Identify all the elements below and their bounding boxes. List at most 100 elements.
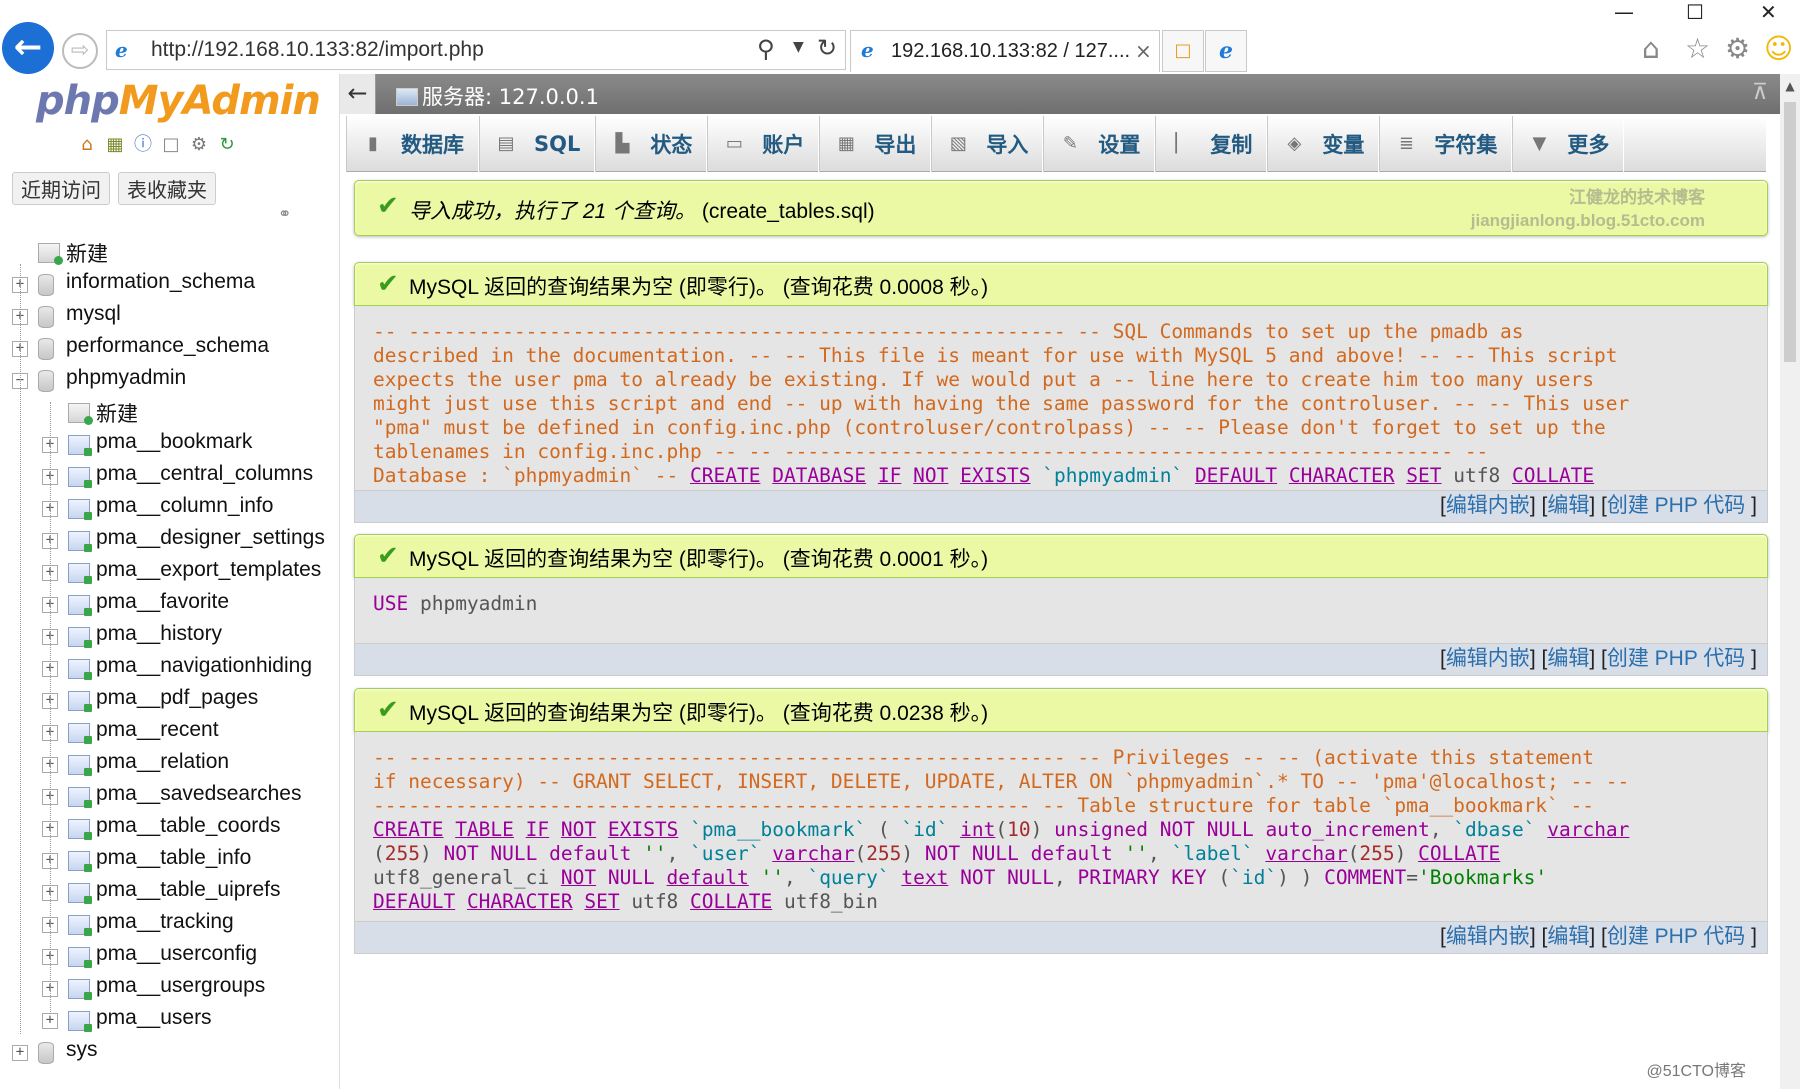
tree-item-label[interactable]: pma__userconfig bbox=[96, 942, 257, 966]
expand-plus-icon[interactable]: + bbox=[12, 1045, 28, 1061]
tree-item-label[interactable]: pma__tracking bbox=[96, 910, 234, 934]
tree-item-label[interactable]: information_schema bbox=[66, 270, 255, 294]
tab-favorites[interactable]: 表收藏夹 bbox=[118, 172, 216, 205]
menu-sql[interactable]: ▤ SQL bbox=[479, 116, 596, 172]
scrollbar-thumb[interactable] bbox=[1784, 102, 1796, 362]
expand-plus-icon[interactable]: + bbox=[42, 1013, 58, 1029]
tree-item-label[interactable]: pma__relation bbox=[96, 750, 229, 774]
tree-item-label[interactable]: sys bbox=[66, 1038, 98, 1062]
tree-item-label[interactable]: pma__favorite bbox=[96, 590, 229, 614]
tree-item-table[interactable]: + pma__bookmark bbox=[10, 428, 339, 460]
tree-item-database[interactable]: + performance_schema bbox=[10, 332, 339, 364]
edit-inline-link[interactable]: 编辑内嵌 bbox=[1446, 494, 1530, 517]
tree-item-database[interactable]: + information_schema bbox=[10, 268, 339, 300]
tree-item-label[interactable]: mysql bbox=[66, 302, 121, 326]
tree-item-label[interactable]: pma__usergroups bbox=[96, 974, 265, 998]
tree-item-table[interactable]: + pma__tracking bbox=[10, 908, 339, 940]
menu-variables[interactable]: ◈ 变量 bbox=[1267, 116, 1380, 172]
maximize-button[interactable]: ☐ bbox=[1686, 0, 1704, 24]
tree-item-label[interactable]: pma__designer_settings bbox=[96, 526, 325, 550]
menu-charset[interactable]: ≣ 字符集 bbox=[1379, 116, 1513, 172]
tree-item-label[interactable]: pma__table_info bbox=[96, 846, 251, 870]
refresh-icon[interactable]: ↻ bbox=[817, 34, 837, 62]
tree-item-label[interactable]: pma__savedsearches bbox=[96, 782, 301, 806]
tree-item-database[interactable]: + mysql bbox=[10, 300, 339, 332]
tree-item-table[interactable]: + pma__relation bbox=[10, 748, 339, 780]
page-scrollbar[interactable]: ▲ bbox=[1780, 74, 1800, 1089]
tree-item-label[interactable]: pma__users bbox=[96, 1006, 212, 1030]
collapse-nav-button[interactable]: ← bbox=[340, 74, 376, 114]
back-arrow-icon[interactable]: ← bbox=[2, 22, 54, 74]
tree-item-table[interactable]: + pma__recent bbox=[10, 716, 339, 748]
home-icon[interactable]: ⌂ bbox=[1642, 32, 1660, 65]
edit-inline-link[interactable]: 编辑内嵌 bbox=[1446, 925, 1530, 948]
menu-import[interactable]: ▧ 导入 bbox=[931, 116, 1044, 172]
menu-replication[interactable]: ▏ 复制 bbox=[1155, 116, 1268, 172]
home-icon[interactable]: ⌂ bbox=[76, 134, 98, 156]
smiley-icon[interactable]: ☺ bbox=[1764, 32, 1793, 65]
tree-item-label[interactable]: pma__central_columns bbox=[96, 462, 313, 486]
tree-item-database[interactable]: + sys bbox=[10, 1036, 339, 1068]
server-breadcrumb[interactable]: 服务器: 127.0.0.1 bbox=[396, 81, 599, 111]
tree-item-label[interactable]: pma__navigationhiding bbox=[96, 654, 312, 678]
tree-item-label[interactable]: 新建 bbox=[96, 398, 138, 428]
collapse-up-icon[interactable]: ⊼ bbox=[1740, 74, 1780, 114]
tree-item-new[interactable]: 新建 bbox=[10, 236, 339, 268]
tree-item-label[interactable]: phpmyadmin bbox=[66, 366, 186, 390]
scroll-up-arrow-icon[interactable]: ▲ bbox=[1780, 74, 1800, 98]
forward-arrow-icon[interactable]: ⇨ bbox=[62, 33, 98, 69]
tree-item-label[interactable]: performance_schema bbox=[66, 334, 269, 358]
minimize-button[interactable]: — bbox=[1614, 0, 1634, 24]
ie-tab-icon[interactable]: e bbox=[1205, 30, 1247, 72]
tree-item-table[interactable]: + pma__column_info bbox=[10, 492, 339, 524]
tree-item-table[interactable]: + pma__table_info bbox=[10, 844, 339, 876]
edit-link[interactable]: 编辑 bbox=[1547, 925, 1589, 948]
tree-item-table[interactable]: + pma__export_templates bbox=[10, 556, 339, 588]
address-url[interactable]: http://192.168.10.133:82/import.php bbox=[151, 38, 484, 62]
tree-item-table[interactable]: + pma__designer_settings bbox=[10, 524, 339, 556]
menu-users[interactable]: ▭ 账户 bbox=[707, 116, 820, 172]
link-icon[interactable]: ⚭ bbox=[278, 204, 291, 223]
tree-item-label[interactable]: pma__table_uiprefs bbox=[96, 878, 280, 902]
tree-item-new[interactable]: 新建 bbox=[10, 396, 339, 428]
close-tab-icon[interactable]: × bbox=[1135, 39, 1152, 63]
tree-item-table[interactable]: + pma__pdf_pages bbox=[10, 684, 339, 716]
tree-item-table[interactable]: + pma__savedsearches bbox=[10, 780, 339, 812]
menu-database[interactable]: ▮ 数据库 bbox=[346, 116, 479, 172]
star-icon[interactable]: ☆ bbox=[1685, 32, 1710, 65]
tree-item-label[interactable]: pma__history bbox=[96, 622, 222, 646]
tree-item-table[interactable]: + pma__usergroups bbox=[10, 972, 339, 1004]
tree-item-label[interactable]: pma__pdf_pages bbox=[96, 686, 258, 710]
tree-item-table[interactable]: + pma__userconfig bbox=[10, 940, 339, 972]
tree-item-table[interactable]: + pma__table_coords bbox=[10, 812, 339, 844]
search-icon[interactable]: ⚲ bbox=[757, 35, 775, 63]
browser-tab[interactable]: e 192.168.10.133:82 / 127.... × bbox=[850, 30, 1160, 72]
menu-status[interactable]: ▙ 状态 bbox=[595, 116, 708, 172]
tree-item-label[interactable]: pma__recent bbox=[96, 718, 219, 742]
gear-icon[interactable]: ⚙ bbox=[1725, 32, 1750, 65]
tree-item-table[interactable]: + pma__users bbox=[10, 1004, 339, 1036]
create-php-code-link[interactable]: 创建 PHP 代码 bbox=[1607, 647, 1745, 670]
address-bar[interactable]: e http://192.168.10.133:82/import.php ⚲ … bbox=[106, 30, 846, 70]
phpmyadmin-logo[interactable]: phpMyAdmin bbox=[36, 78, 321, 124]
logout-icon[interactable]: ▦ bbox=[104, 134, 126, 156]
tree-item-table[interactable]: + pma__central_columns bbox=[10, 460, 339, 492]
gear-icon[interactable]: ⚙ bbox=[188, 134, 210, 156]
edit-inline-link[interactable]: 编辑内嵌 bbox=[1446, 647, 1530, 670]
tree-item-table[interactable]: + pma__history bbox=[10, 620, 339, 652]
menu-settings-wrench[interactable]: ✎ 设置 bbox=[1043, 116, 1156, 172]
docs-icon[interactable]: □ bbox=[160, 134, 182, 156]
tab-recent[interactable]: 近期访问 bbox=[12, 172, 110, 205]
new-tab-icon[interactable]: □ bbox=[1162, 30, 1204, 72]
tree-item-database[interactable]: − phpmyadmin bbox=[10, 364, 339, 396]
menu-export[interactable]: ▦ 导出 bbox=[819, 116, 932, 172]
tree-item-label[interactable]: 新建 bbox=[66, 238, 108, 268]
create-php-code-link[interactable]: 创建 PHP 代码 bbox=[1607, 925, 1745, 948]
tree-item-label[interactable]: pma__table_coords bbox=[96, 814, 280, 838]
edit-link[interactable]: 编辑 bbox=[1547, 647, 1589, 670]
tree-item-table[interactable]: + pma__navigationhiding bbox=[10, 652, 339, 684]
close-window-button[interactable]: ✕ bbox=[1760, 0, 1777, 24]
help-icon[interactable]: ⓘ bbox=[132, 134, 154, 156]
chevron-down-icon[interactable]: ▼ bbox=[793, 39, 804, 55]
edit-link[interactable]: 编辑 bbox=[1547, 494, 1589, 517]
